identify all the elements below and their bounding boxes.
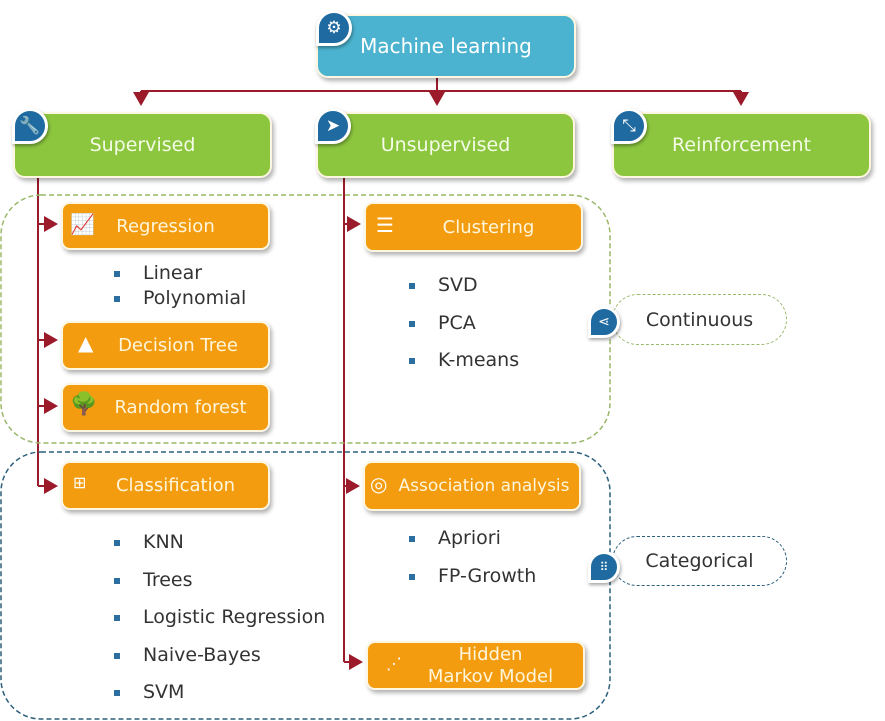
random-forest-label: Random forest <box>114 397 247 418</box>
unsupervised-label: Unsupervised <box>380 134 511 156</box>
list-item: Naive-Bayes <box>114 644 261 666</box>
share-icon: ⋖ <box>588 306 620 338</box>
gears-icon: ⚙ <box>316 10 352 46</box>
list-item: Polynomial <box>113 287 247 309</box>
tree-icon: 🌳 <box>70 392 98 417</box>
list-item: K-means <box>408 349 520 371</box>
supervised-label: Supervised <box>89 134 196 156</box>
association-analysis-node: Association analysis <box>363 461 581 511</box>
ml-diagram: Machine learning ⚙ Supervised 🔧 Unsuperv… <box>0 0 885 721</box>
line-chart-icon: 📈 <box>70 212 95 236</box>
hmm-label-line1: Hidden <box>458 643 523 665</box>
list-item: FP-Growth <box>408 565 537 587</box>
list-item: KNN <box>114 531 184 553</box>
hmm-label-line2: Markov Model <box>427 665 554 687</box>
supervised-node: Supervised <box>13 112 272 178</box>
categorical-label-pill: Categorical <box>612 536 787 586</box>
list-item: SVD <box>409 274 478 296</box>
clustering-label: Clustering <box>442 216 535 238</box>
list-item: Logistic Regression <box>113 606 326 628</box>
classification-label: Classification <box>115 475 236 496</box>
continuous-label: Continuous <box>645 308 754 331</box>
hierarchy-icon: ⊞ <box>73 473 87 492</box>
list-item: PCA <box>409 312 476 334</box>
categorical-label: Categorical <box>645 550 754 572</box>
network-icon: ◎ <box>370 472 388 496</box>
clustering-node: Clustering <box>364 202 583 252</box>
compress-icon: ⤡ <box>611 108 647 144</box>
paper-plane-icon: ➤ <box>315 108 351 144</box>
dots-grid-icon: ⠿ <box>588 551 620 583</box>
list-item: Linear <box>113 262 203 284</box>
pine-tree-icon: ▲ <box>78 331 94 355</box>
layers-icon: ☰ <box>376 213 394 237</box>
machine-learning-node: Machine learning <box>316 14 576 78</box>
regression-label: Regression <box>116 215 215 237</box>
reinforcement-label: Reinforcement <box>672 134 811 156</box>
list-item: Apriori <box>409 527 501 549</box>
association-analysis-label: Association analysis <box>398 476 570 496</box>
list-item: Trees <box>114 569 193 591</box>
wrench-icon: 🔧 <box>12 108 48 144</box>
classification-node: Classification <box>61 461 270 510</box>
decision-tree-label: Decision Tree <box>118 335 238 356</box>
machine-learning-label: Machine learning <box>360 34 532 58</box>
list-item: SVM <box>113 681 185 703</box>
path-icon: ⋰ <box>386 654 402 673</box>
continuous-label-pill: Continuous <box>612 294 787 345</box>
unsupervised-node: Unsupervised <box>316 112 575 178</box>
reinforcement-node: Reinforcement <box>612 112 871 178</box>
